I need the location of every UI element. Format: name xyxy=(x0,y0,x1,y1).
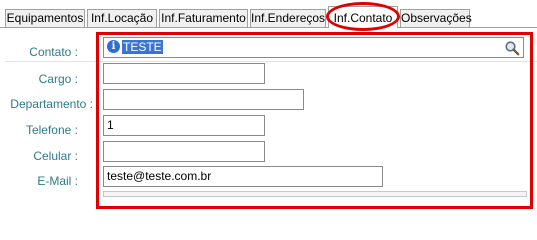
telefone-label: Telefone : xyxy=(25,123,78,137)
departamento-label: Departamento : xyxy=(10,97,93,111)
email-input[interactable]: teste@teste.com.br xyxy=(103,166,383,187)
departamento-input[interactable] xyxy=(103,89,304,110)
cargo-input[interactable] xyxy=(103,63,265,84)
panel-rule xyxy=(5,61,537,62)
horizontal-scrollbar[interactable] xyxy=(103,191,527,197)
tab-inf-enderecos[interactable]: Inf.Endereços xyxy=(250,9,326,27)
contato-field[interactable]: i TESTE xyxy=(103,37,524,58)
email-label: E-Mail : xyxy=(37,174,78,188)
contact-panel: Contato : i TESTE Cargo : Departamento : … xyxy=(0,28,537,212)
tab-bar: Equipamentos Inf.Locação Inf.Faturamento… xyxy=(0,0,537,28)
tab-equipamentos[interactable]: Equipamentos xyxy=(5,9,85,27)
cargo-label: Cargo : xyxy=(38,72,78,86)
contato-value: TESTE xyxy=(122,40,163,54)
celular-input[interactable] xyxy=(103,141,265,162)
search-icon[interactable] xyxy=(504,40,520,56)
contato-label: Contato : xyxy=(29,45,78,59)
tab-inf-faturamento[interactable]: Inf.Faturamento xyxy=(159,9,248,27)
tab-inf-locacao[interactable]: Inf.Locação xyxy=(87,9,157,27)
telefone-input[interactable]: 1 xyxy=(103,115,265,136)
info-icon[interactable]: i xyxy=(107,40,120,54)
celular-label: Celular : xyxy=(33,149,78,163)
tab-inf-contato[interactable]: Inf.Contato xyxy=(328,6,398,28)
tab-observacoes[interactable]: Observações xyxy=(400,9,472,27)
